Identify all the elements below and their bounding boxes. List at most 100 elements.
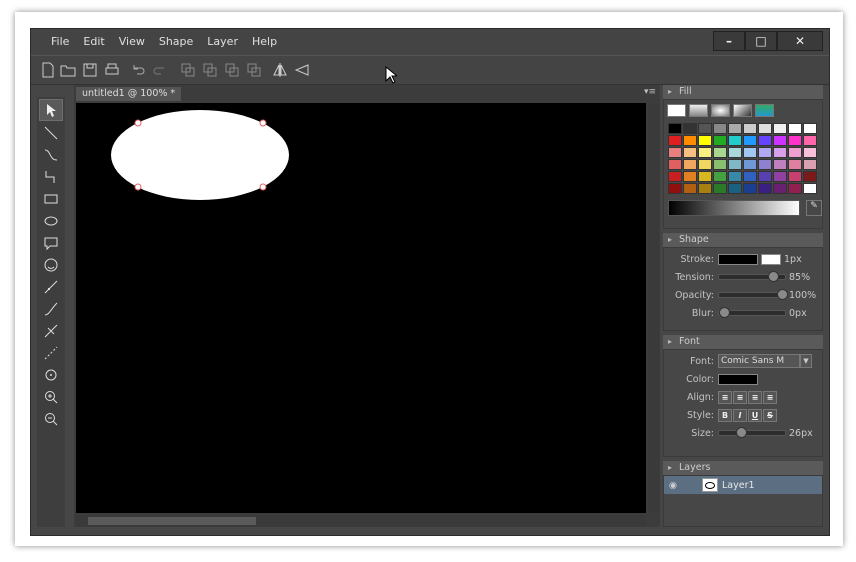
menu-file[interactable]: File xyxy=(51,35,69,48)
color-swatch[interactable] xyxy=(788,147,802,158)
color-swatch[interactable] xyxy=(773,171,787,182)
resize-handle[interactable] xyxy=(259,119,267,127)
resize-handle[interactable] xyxy=(134,183,142,191)
close-button[interactable]: ✕ xyxy=(777,31,823,51)
resize-handle[interactable] xyxy=(259,183,267,191)
select-tool[interactable] xyxy=(39,99,63,121)
color-swatch[interactable] xyxy=(743,123,757,134)
align-left-icon[interactable]: ≡ xyxy=(718,390,732,404)
menu-edit[interactable]: Edit xyxy=(83,35,104,48)
tension-slider[interactable] xyxy=(718,271,786,282)
color-swatch[interactable] xyxy=(743,171,757,182)
color-swatch[interactable] xyxy=(728,135,742,146)
color-swatch[interactable] xyxy=(668,171,682,182)
color-swatch[interactable] xyxy=(758,123,772,134)
color-swatch[interactable] xyxy=(788,183,802,194)
zoom-out-icon[interactable] xyxy=(39,409,63,429)
color-swatch[interactable] xyxy=(743,135,757,146)
node-break-tool[interactable] xyxy=(39,343,63,363)
gradient-bar[interactable] xyxy=(668,200,800,216)
color-swatch[interactable] xyxy=(683,183,697,194)
underline-button[interactable]: U xyxy=(748,408,762,422)
color-swatch[interactable] xyxy=(728,183,742,194)
color-swatch[interactable] xyxy=(758,159,772,170)
color-swatch[interactable] xyxy=(803,135,817,146)
color-swatch[interactable] xyxy=(698,171,712,182)
node-add-tool[interactable] xyxy=(39,299,63,319)
polyline-tool[interactable] xyxy=(39,167,63,187)
align-center-icon[interactable]: ≡ xyxy=(733,390,747,404)
color-swatch[interactable] xyxy=(668,123,682,134)
font-panel-header[interactable]: Font xyxy=(663,335,823,349)
color-swatch[interactable] xyxy=(698,147,712,158)
color-swatch[interactable] xyxy=(788,123,802,134)
stroke-width-swatch[interactable] xyxy=(761,253,781,265)
font-family-select[interactable]: Comic Sans M xyxy=(718,354,800,368)
opacity-knob[interactable] xyxy=(777,289,788,300)
color-swatch[interactable] xyxy=(758,183,772,194)
color-swatch[interactable] xyxy=(788,159,802,170)
color-swatch[interactable] xyxy=(728,147,742,158)
color-swatch[interactable] xyxy=(728,123,742,134)
color-swatch[interactable] xyxy=(698,123,712,134)
color-swatch[interactable] xyxy=(743,183,757,194)
color-swatch[interactable] xyxy=(683,171,697,182)
save-icon[interactable] xyxy=(81,61,99,79)
menu-shape[interactable]: Shape xyxy=(159,35,193,48)
document-menu-icon[interactable]: ▾≡ xyxy=(644,87,656,97)
menu-layer[interactable]: Layer xyxy=(207,35,238,48)
blur-slider[interactable] xyxy=(718,307,786,318)
document-tab[interactable]: untitled1 @ 100% * xyxy=(76,87,182,101)
layers-panel-header[interactable]: Layers xyxy=(663,461,823,475)
callout-tool[interactable] xyxy=(39,233,63,253)
layer-row[interactable]: ◉ Layer1 xyxy=(664,476,822,494)
color-swatch[interactable] xyxy=(713,135,727,146)
color-swatch[interactable] xyxy=(773,159,787,170)
color-swatch[interactable] xyxy=(773,123,787,134)
curve-tool[interactable] xyxy=(39,145,63,165)
color-swatch[interactable] xyxy=(713,171,727,182)
line-tool[interactable] xyxy=(39,123,63,143)
align-justify-icon[interactable]: ≡ xyxy=(763,390,777,404)
menu-view[interactable]: View xyxy=(119,35,145,48)
flip-vertical-icon[interactable] xyxy=(293,61,311,79)
node-edit-tool[interactable] xyxy=(39,277,63,297)
color-swatch[interactable] xyxy=(803,159,817,170)
color-swatch[interactable] xyxy=(803,183,817,194)
font-color-swatch[interactable] xyxy=(718,373,758,385)
rotate-tool[interactable] xyxy=(39,365,63,385)
color-swatch[interactable] xyxy=(668,147,682,158)
color-swatch[interactable] xyxy=(713,183,727,194)
drawing-canvas[interactable] xyxy=(76,103,646,513)
resize-handle[interactable] xyxy=(134,119,142,127)
color-swatch[interactable] xyxy=(728,159,742,170)
vertical-scrollbar[interactable] xyxy=(648,103,660,513)
bring-forward-icon[interactable] xyxy=(201,61,219,79)
color-swatch[interactable] xyxy=(698,135,712,146)
bold-button[interactable]: B xyxy=(718,408,732,422)
horizontal-scrollbar[interactable] xyxy=(76,515,646,527)
color-swatch[interactable] xyxy=(773,147,787,158)
linear-gradient-button[interactable] xyxy=(689,104,708,117)
color-swatch[interactable] xyxy=(758,171,772,182)
italic-button[interactable]: I xyxy=(733,408,747,422)
color-swatch[interactable] xyxy=(788,171,802,182)
color-swatch[interactable] xyxy=(803,123,817,134)
node-delete-tool[interactable] xyxy=(39,321,63,341)
color-swatch[interactable] xyxy=(728,171,742,182)
strikethrough-button[interactable]: S xyxy=(763,408,777,422)
color-swatch[interactable] xyxy=(773,183,787,194)
flip-horizontal-icon[interactable] xyxy=(271,61,289,79)
radial-gradient-button[interactable] xyxy=(711,104,730,117)
color-swatch[interactable] xyxy=(788,135,802,146)
minimize-button[interactable]: – xyxy=(713,31,745,51)
bring-front-icon[interactable] xyxy=(179,61,197,79)
color-swatch[interactable] xyxy=(698,159,712,170)
color-swatch[interactable] xyxy=(683,123,697,134)
opacity-slider[interactable] xyxy=(718,289,788,300)
maximize-button[interactable]: □ xyxy=(745,31,777,51)
color-swatch[interactable] xyxy=(743,159,757,170)
solid-fill-button[interactable] xyxy=(667,104,686,117)
align-right-icon[interactable]: ≡ xyxy=(748,390,762,404)
color-swatch[interactable] xyxy=(668,135,682,146)
